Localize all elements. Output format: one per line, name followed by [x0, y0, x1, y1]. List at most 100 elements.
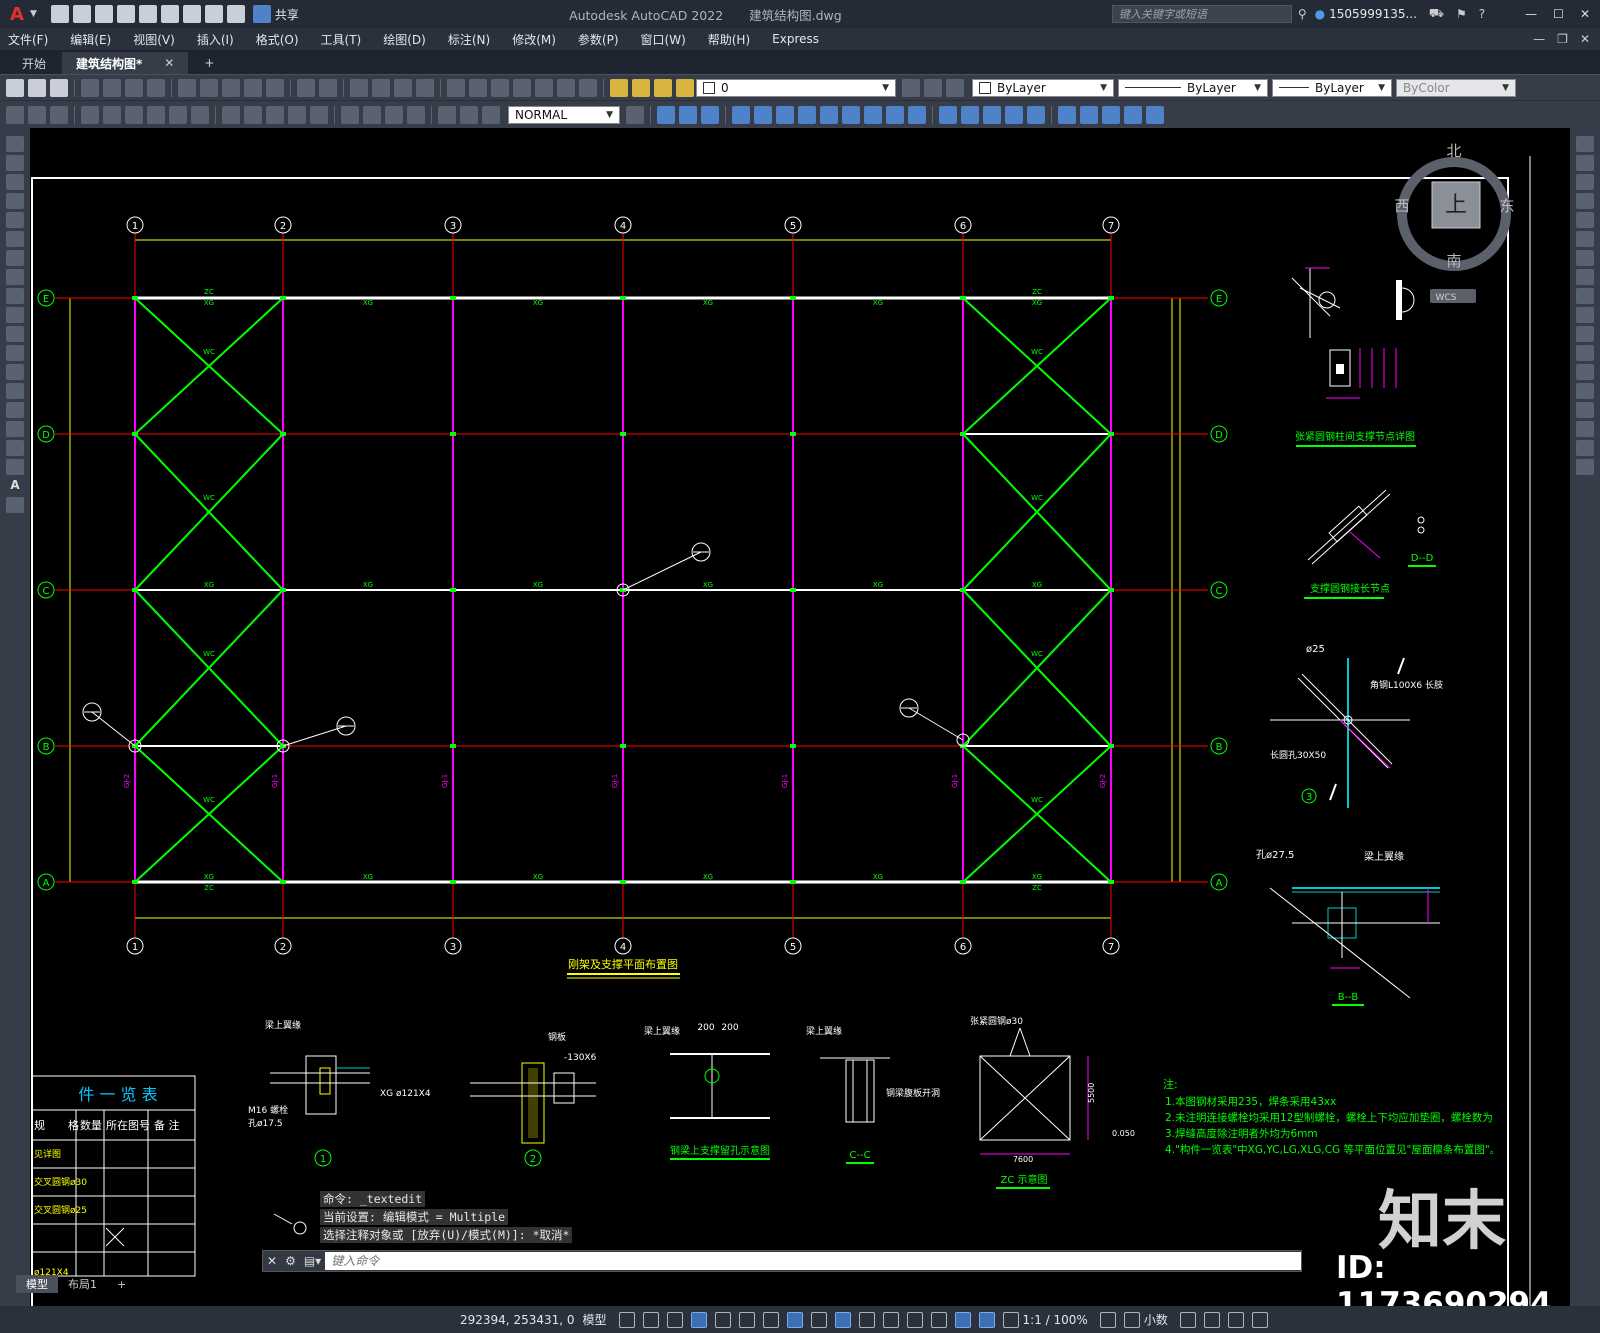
plot-preview-icon[interactable] [103, 78, 121, 97]
viewcube[interactable]: 上 北 南 西 东 WCS [1394, 142, 1515, 303]
blend-icon[interactable] [1576, 440, 1594, 456]
polyline-icon[interactable] [6, 174, 24, 190]
cmd-close-icon[interactable]: ✕ [263, 1254, 281, 1268]
subtract-icon[interactable] [701, 105, 719, 124]
interfere-icon[interactable] [908, 105, 926, 124]
otrack-icon[interactable] [762, 1311, 779, 1328]
ellipse-arc-icon[interactable] [6, 326, 24, 342]
customization-icon[interactable] [1251, 1311, 1268, 1328]
copy-icon[interactable] [200, 78, 218, 97]
pan-icon[interactable] [350, 78, 368, 97]
shell-icon[interactable] [1027, 105, 1045, 124]
auto-scale-icon[interactable] [1002, 1311, 1019, 1328]
close-icon[interactable]: ✕ [1580, 7, 1590, 21]
layer-properties-icon[interactable] [610, 78, 628, 97]
center-mark-icon[interactable] [363, 105, 381, 124]
polar-icon[interactable] [714, 1311, 731, 1328]
minimize-icon[interactable]: — [1525, 7, 1537, 21]
line-tool-icon[interactable] [6, 136, 24, 152]
break-at-point-icon[interactable] [1576, 345, 1594, 361]
lineweight-icon[interactable] [810, 1311, 827, 1328]
sweep-icon[interactable] [798, 105, 816, 124]
section-plane-icon[interactable] [864, 105, 882, 124]
layer-lock-icon[interactable] [676, 78, 694, 97]
new-tab-button[interactable]: + [190, 52, 228, 74]
ortho-icon[interactable] [690, 1311, 707, 1328]
menu-format[interactable]: 格式(O) [256, 31, 299, 48]
spline-icon[interactable] [6, 288, 24, 304]
quick-dim-icon[interactable] [6, 105, 24, 124]
match-prop-icon[interactable] [244, 78, 262, 97]
text-icon[interactable]: A [6, 478, 24, 494]
3drotate-icon[interactable] [961, 105, 979, 124]
cmd-customize-icon[interactable]: ⚙ [281, 1254, 300, 1268]
save-as-icon[interactable] [116, 5, 135, 23]
jogged-linear-icon[interactable] [407, 105, 425, 124]
units-indicator[interactable]: 小数 [1144, 1311, 1168, 1328]
ellipse-icon[interactable] [6, 307, 24, 323]
tolerance-icon[interactable] [341, 105, 359, 124]
radius-dim-icon[interactable] [125, 105, 143, 124]
zoom-realtime-icon[interactable] [372, 78, 390, 97]
join-icon[interactable] [1576, 383, 1594, 399]
tab-drawing[interactable]: 建筑结构图* ✕ [62, 52, 189, 74]
publish-icon[interactable] [125, 78, 143, 97]
3d-print-icon[interactable] [147, 78, 165, 97]
angular-dim-icon[interactable] [191, 105, 209, 124]
menu-draw[interactable]: 绘图(D) [383, 31, 426, 48]
arc-icon[interactable] [6, 231, 24, 247]
grid-icon[interactable] [618, 1311, 635, 1328]
3darray-icon[interactable] [1005, 105, 1023, 124]
mirror-icon[interactable] [1576, 174, 1594, 190]
make-current-icon[interactable] [902, 78, 920, 97]
slice-icon[interactable] [842, 105, 860, 124]
open-file-icon[interactable] [72, 5, 91, 23]
redo-icon[interactable] [226, 5, 245, 23]
menu-modify[interactable]: 修改(M) [512, 31, 556, 48]
search-icon[interactable]: ⚲ [1298, 7, 1307, 21]
menu-dimension[interactable]: 标注(N) [448, 31, 490, 48]
viewcube-north[interactable]: 北 [1446, 142, 1461, 160]
transparency-icon[interactable] [834, 1311, 851, 1328]
isodraft-icon[interactable] [738, 1311, 755, 1328]
layer-freeze-icon[interactable] [654, 78, 672, 97]
linetype-dropdown[interactable]: ByLayer ▼ [1118, 78, 1268, 97]
linear-dim-icon[interactable] [28, 105, 46, 124]
calculator-icon[interactable] [557, 78, 575, 97]
app-logo[interactable]: A [4, 1, 30, 27]
scale-icon[interactable] [1576, 269, 1594, 285]
redo-icon[interactable] [319, 78, 337, 97]
zoom-window-icon[interactable] [394, 78, 412, 97]
gizmo-icon[interactable] [954, 1311, 971, 1328]
qnew-icon[interactable] [6, 78, 24, 97]
mesh-box-icon[interactable] [1058, 105, 1076, 124]
baseline-icon[interactable] [244, 105, 262, 124]
tool-palettes-icon[interactable] [491, 78, 509, 97]
extrude-icon[interactable] [732, 105, 750, 124]
help-icon[interactable] [579, 78, 597, 97]
menu-edit[interactable]: 编辑(E) [70, 31, 111, 48]
trim-icon[interactable] [1576, 307, 1594, 323]
explode-icon[interactable] [1576, 459, 1594, 475]
offset-icon[interactable] [1576, 193, 1594, 209]
markup-icon[interactable] [535, 78, 553, 97]
menu-file[interactable]: 文件(F) [8, 31, 48, 48]
cmd-recent-icon[interactable]: ▤▾ [300, 1254, 325, 1268]
search-box[interactable]: 键入关键字或短语 [1111, 5, 1292, 23]
plotstyle-dropdown[interactable]: ByColor ▼ [1396, 78, 1516, 97]
thicken-icon[interactable] [886, 105, 904, 124]
revolve-icon[interactable] [776, 105, 794, 124]
save-icon[interactable] [94, 5, 113, 23]
app-menu-chevron-icon[interactable]: ▼ [30, 9, 37, 19]
array-icon[interactable] [1576, 212, 1594, 228]
dim-edit-icon[interactable] [438, 105, 456, 124]
gradient-icon[interactable] [6, 421, 24, 437]
stretch-icon[interactable] [1576, 288, 1594, 304]
loft-icon[interactable] [820, 105, 838, 124]
menu-window[interactable]: 窗口(W) [641, 31, 686, 48]
viewcube-south[interactable]: 南 [1446, 252, 1461, 270]
new-file-icon[interactable] [50, 5, 69, 23]
tab-close-icon[interactable]: ✕ [164, 56, 174, 70]
fillet-icon[interactable] [1576, 421, 1594, 437]
share-button[interactable]: 共享 [275, 6, 299, 23]
